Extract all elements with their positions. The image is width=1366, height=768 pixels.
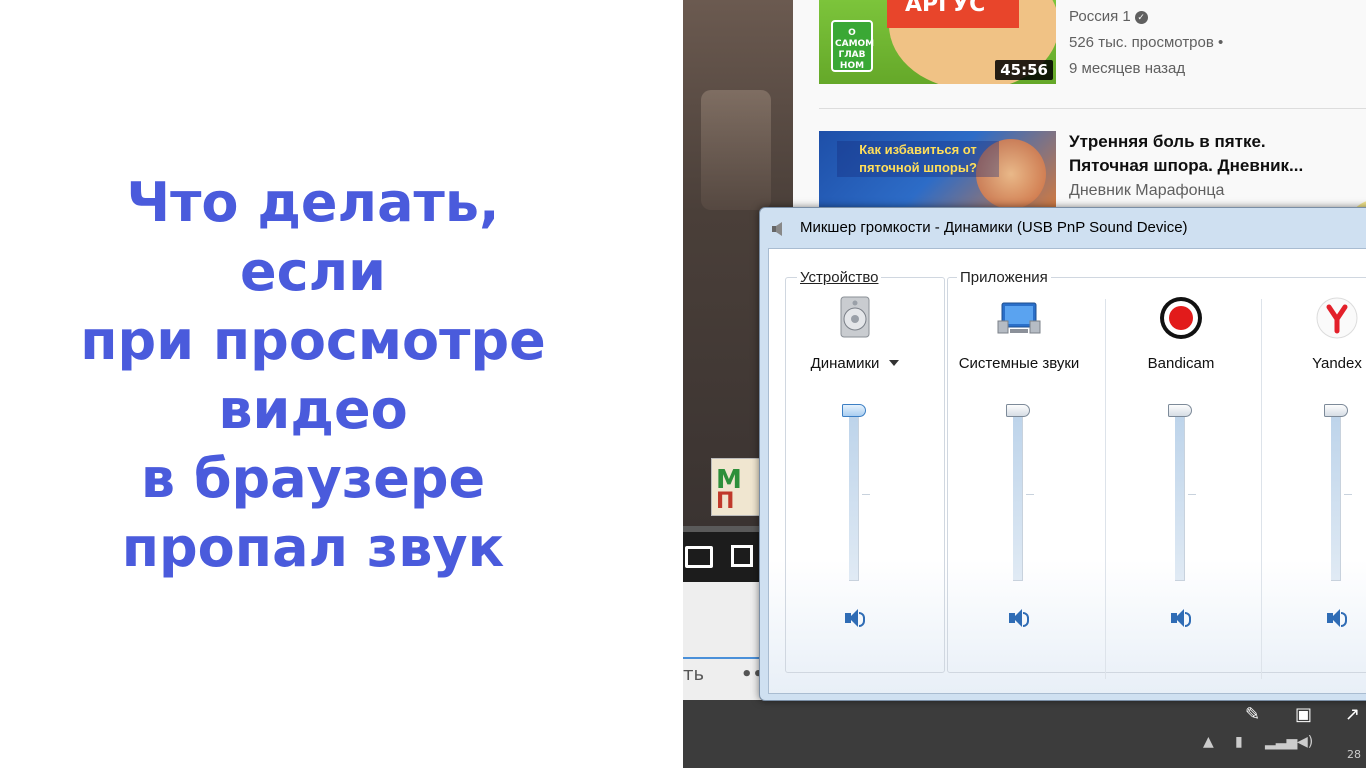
channel-bandicam: Bandicam bbox=[1103, 249, 1259, 689]
verified-icon: ✓ bbox=[1134, 11, 1148, 24]
channel-name: Yandex bbox=[1312, 355, 1362, 372]
channel-name-text: Динамики bbox=[810, 355, 880, 372]
channel-logo: О САМОМ ГЛАВ НОМ bbox=[831, 20, 874, 72]
tray-chevron-icon[interactable]: ▲ bbox=[1203, 734, 1214, 750]
rec1-views: 526 тыс. просмотров • bbox=[1069, 34, 1224, 51]
yandex-browser-icon bbox=[1316, 297, 1358, 339]
slider-thumb[interactable] bbox=[1006, 404, 1030, 417]
headline-line: в браузере bbox=[140, 447, 486, 510]
rec1-age: 9 месяцев назад bbox=[1069, 60, 1186, 77]
slider-tick bbox=[1344, 494, 1352, 495]
thumb-caption: Как избавиться от пяточной шпоры? bbox=[837, 141, 999, 177]
mute-button[interactable] bbox=[1007, 607, 1033, 629]
screen-icon[interactable]: ▣ bbox=[1295, 704, 1315, 725]
slider-fill bbox=[1013, 410, 1022, 580]
slider-fill bbox=[849, 410, 858, 580]
channel-system-sounds: Системные звуки bbox=[941, 249, 1097, 689]
rec2-thumbnail[interactable]: Как избавиться от пяточной шпоры? bbox=[819, 131, 1056, 213]
thumb-badge-text: АРГУС bbox=[905, 0, 986, 17]
channel-name: Системные звуки bbox=[958, 355, 1080, 372]
title-panel: Что делать, если при просмотре видео в б… bbox=[0, 0, 683, 768]
thumb-badge: АРГУС bbox=[887, 0, 1019, 28]
rec1-thumbnail[interactable]: АРГУС О САМОМ ГЛАВ НОМ 45:56 bbox=[819, 0, 1056, 84]
slider-fill bbox=[1331, 410, 1340, 580]
mute-button[interactable] bbox=[1325, 607, 1351, 629]
volume-tray-icon[interactable]: ◀) bbox=[1297, 734, 1313, 750]
volume-slider[interactable] bbox=[842, 404, 870, 581]
below-player-text: ть bbox=[683, 664, 705, 685]
volume-mixer-window: Микшер громкости - Динамики (USB PnP Sou… bbox=[759, 207, 1366, 701]
clock-fragment: 28 bbox=[1347, 748, 1361, 761]
rec2-title-line: Пяточная шпора. Дневник... bbox=[1069, 156, 1304, 175]
video-duration: 45:56 bbox=[995, 60, 1053, 80]
slider-thumb[interactable] bbox=[842, 404, 866, 417]
slider-thumb[interactable] bbox=[1168, 404, 1192, 417]
mute-button[interactable] bbox=[843, 607, 869, 629]
battery-icon[interactable]: ▮ bbox=[1235, 734, 1243, 750]
headline-line: при просмотре bbox=[80, 309, 546, 372]
channel-yandex: Yandex bbox=[1259, 249, 1366, 689]
speaker-icon bbox=[772, 222, 782, 236]
rec2-title-line: Утренняя боль в пятке. bbox=[1069, 132, 1266, 151]
volume-slider[interactable] bbox=[1168, 404, 1196, 581]
fullscreen-icon[interactable] bbox=[731, 545, 753, 567]
slider-tick bbox=[1026, 494, 1034, 495]
mixer-title: Микшер громкости - Динамики (USB PnP Sou… bbox=[800, 219, 1188, 236]
slider-tick bbox=[862, 494, 870, 495]
volume-slider[interactable] bbox=[1324, 404, 1352, 581]
recommendations-list: АРГУС О САМОМ ГЛАВ НОМ 45:56 Россия 1 ✓ 5… bbox=[793, 0, 1366, 213]
miniplayer-icon[interactable] bbox=[685, 546, 713, 568]
mixer-titlebar[interactable]: Микшер громкости - Динамики (USB PnP Sou… bbox=[760, 208, 1366, 248]
speaker-device-icon bbox=[840, 296, 870, 338]
headline: Что делать, если при просмотре видео в б… bbox=[0, 168, 626, 582]
channel-name[interactable]: Динамики bbox=[777, 355, 933, 372]
headline-line: Что делать, bbox=[126, 171, 500, 234]
rec2-channel[interactable]: Дневник Марафонца bbox=[1069, 182, 1224, 200]
network-icon[interactable]: ▂▃▅ bbox=[1265, 734, 1297, 750]
chevron-down-icon[interactable] bbox=[889, 360, 900, 366]
headline-line: пропал звук bbox=[121, 516, 505, 579]
slider-tick bbox=[1188, 494, 1196, 495]
mute-button[interactable] bbox=[1169, 607, 1195, 629]
slider-thumb[interactable] bbox=[1324, 404, 1348, 417]
mixer-body: Устройство Приложения Динамики Системные… bbox=[768, 248, 1366, 694]
channel-name: Bandicam bbox=[1147, 355, 1215, 372]
watermark-p: П bbox=[716, 489, 735, 514]
channel-watermark: М П bbox=[711, 458, 763, 516]
headline-line: если bbox=[239, 240, 387, 303]
divider bbox=[819, 108, 1366, 109]
pen-icon[interactable]: ✎ bbox=[1245, 704, 1265, 725]
volume-slider[interactable] bbox=[1006, 404, 1034, 581]
headline-line: видео bbox=[218, 378, 408, 441]
channel-device: Динамики bbox=[777, 249, 933, 689]
expand-icon[interactable]: ↗ bbox=[1345, 704, 1365, 725]
lamp-image bbox=[701, 90, 771, 210]
rec1-meta: Россия 1 ✓ 526 тыс. просмотров • 9 месяце… bbox=[1069, 4, 1223, 82]
system-sounds-icon bbox=[997, 302, 1041, 334]
rec1-channel[interactable]: Россия 1 bbox=[1069, 8, 1131, 25]
rec2-title[interactable]: Утренняя боль в пятке. Пяточная шпора. Д… bbox=[1069, 130, 1359, 178]
bandicam-icon bbox=[1160, 297, 1202, 339]
slider-fill bbox=[1175, 410, 1184, 580]
